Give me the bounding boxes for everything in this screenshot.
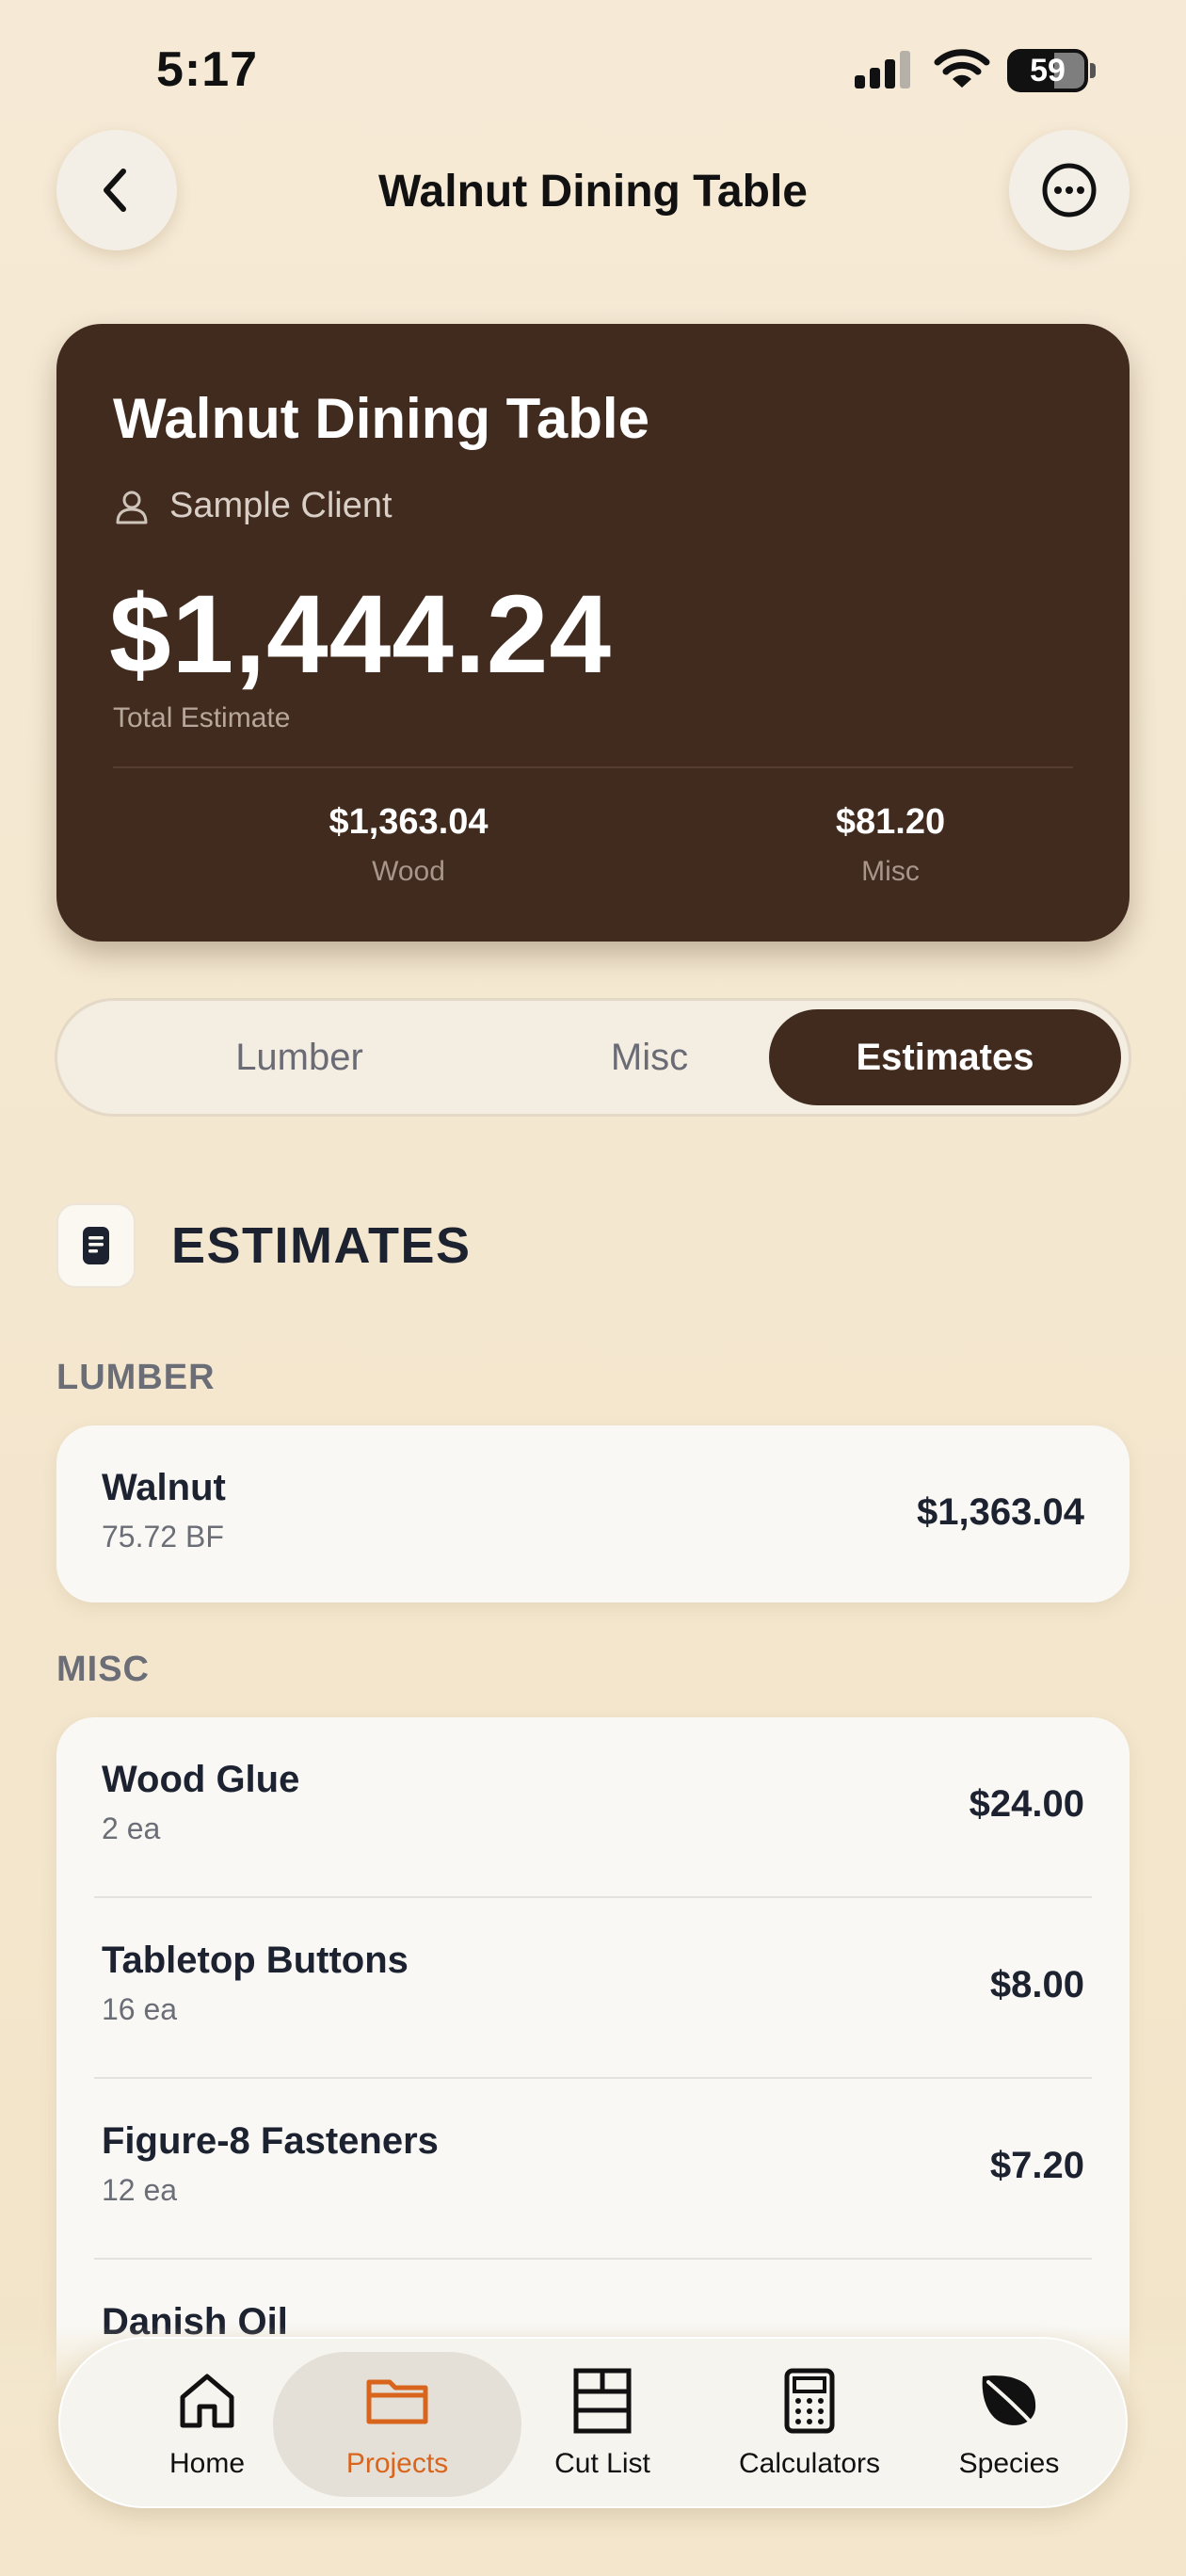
battery-level: 59 [1030, 53, 1066, 89]
tab-cut-list[interactable]: Cut List [508, 2339, 697, 2510]
total-estimate-label: Total Estimate [113, 702, 291, 733]
tab-estimates[interactable]: Estimates [769, 1009, 1121, 1105]
divider [113, 766, 1073, 768]
leaf-icon [982, 2375, 1039, 2431]
item-price: $24.00 [969, 1783, 1084, 1825]
navigation-bar: Walnut Dining Table [0, 122, 1186, 282]
battery-indicator: 59 [1007, 49, 1098, 92]
cut-list-icon [573, 2368, 632, 2434]
tab-label: Cut List [554, 2448, 650, 2479]
misc-total-value: $81.20 [835, 802, 946, 842]
total-estimate-amount: $1,444.24 [109, 572, 612, 697]
document-icon [83, 1227, 109, 1264]
misc-total-label: Misc [861, 856, 920, 887]
folder-icon [366, 2379, 428, 2424]
lumber-estimate-list: Walnut 75.72 BF $1,363.04 [56, 1425, 1130, 1602]
cellular-signal-icon [855, 51, 910, 89]
item-quantity: 16 ea [102, 1992, 178, 2026]
tab-label: Projects [345, 2448, 449, 2479]
list-item[interactable]: Figure-8 Fasteners 12 ea $7.20 [56, 2079, 1130, 2260]
more-options-button[interactable] [1009, 130, 1130, 250]
client-name: Sample Client [169, 486, 393, 525]
wood-total-value: $1,363.04 [329, 802, 489, 842]
list-item[interactable]: Walnut 75.72 BF $1,363.04 [56, 1425, 1130, 1602]
project-title: Walnut Dining Table [113, 387, 649, 450]
misc-total-stat: $81.20 Misc [702, 802, 1079, 888]
item-quantity: 75.72 BF [102, 1520, 224, 1554]
person-icon [116, 491, 148, 523]
ellipsis-circle-icon [1042, 163, 1097, 217]
list-item[interactable]: Wood Glue 2 ea $24.00 [56, 1717, 1130, 1898]
status-time: 5:17 [156, 42, 259, 97]
wifi-icon [934, 49, 990, 88]
tab-label: Species [958, 2448, 1060, 2479]
item-quantity: 12 ea [102, 2173, 178, 2207]
wood-total-label: Wood [372, 856, 445, 887]
estimates-section-icon [56, 1203, 136, 1288]
tab-calculators[interactable]: Calculators [697, 2339, 922, 2510]
house-icon [180, 2374, 234, 2428]
item-name: Figure-8 Fasteners [102, 2120, 439, 2162]
tab-lumber[interactable]: Lumber [123, 1009, 475, 1105]
page-title: Walnut Dining Table [378, 167, 808, 217]
project-summary-card: Walnut Dining Table Sample Client $1,444… [56, 324, 1130, 942]
item-name: Wood Glue [102, 1759, 300, 1800]
item-price: $8.00 [989, 1964, 1084, 2005]
tab-label: Calculators [738, 2448, 881, 2479]
lumber-group-label: LUMBER [56, 1358, 216, 1397]
item-price: $7.20 [989, 2145, 1084, 2186]
item-name: Walnut [102, 1467, 226, 1508]
misc-group-label: MISC [56, 1650, 150, 1689]
tab-projects[interactable]: Projects [273, 2352, 521, 2497]
item-quantity: 2 ea [102, 1811, 161, 1845]
section-segmented-control: Lumber Misc Estimates [55, 998, 1131, 1117]
item-name: Tabletop Buttons [102, 1940, 409, 1981]
calculator-icon [784, 2368, 835, 2434]
client-row: Sample Client [113, 486, 393, 526]
wood-total-stat: $1,363.04 Wood [220, 802, 597, 888]
tab-bar: Home Projects Cut List Calculators Speci… [58, 2337, 1128, 2508]
section-title: ESTIMATES [171, 1217, 472, 1274]
status-bar: 5:17 59 [0, 0, 1186, 141]
tab-species[interactable]: Species [915, 2339, 1103, 2510]
list-item[interactable]: Tabletop Buttons 16 ea $8.00 [56, 1898, 1130, 2079]
item-price: $1,363.04 [917, 1491, 1084, 1533]
